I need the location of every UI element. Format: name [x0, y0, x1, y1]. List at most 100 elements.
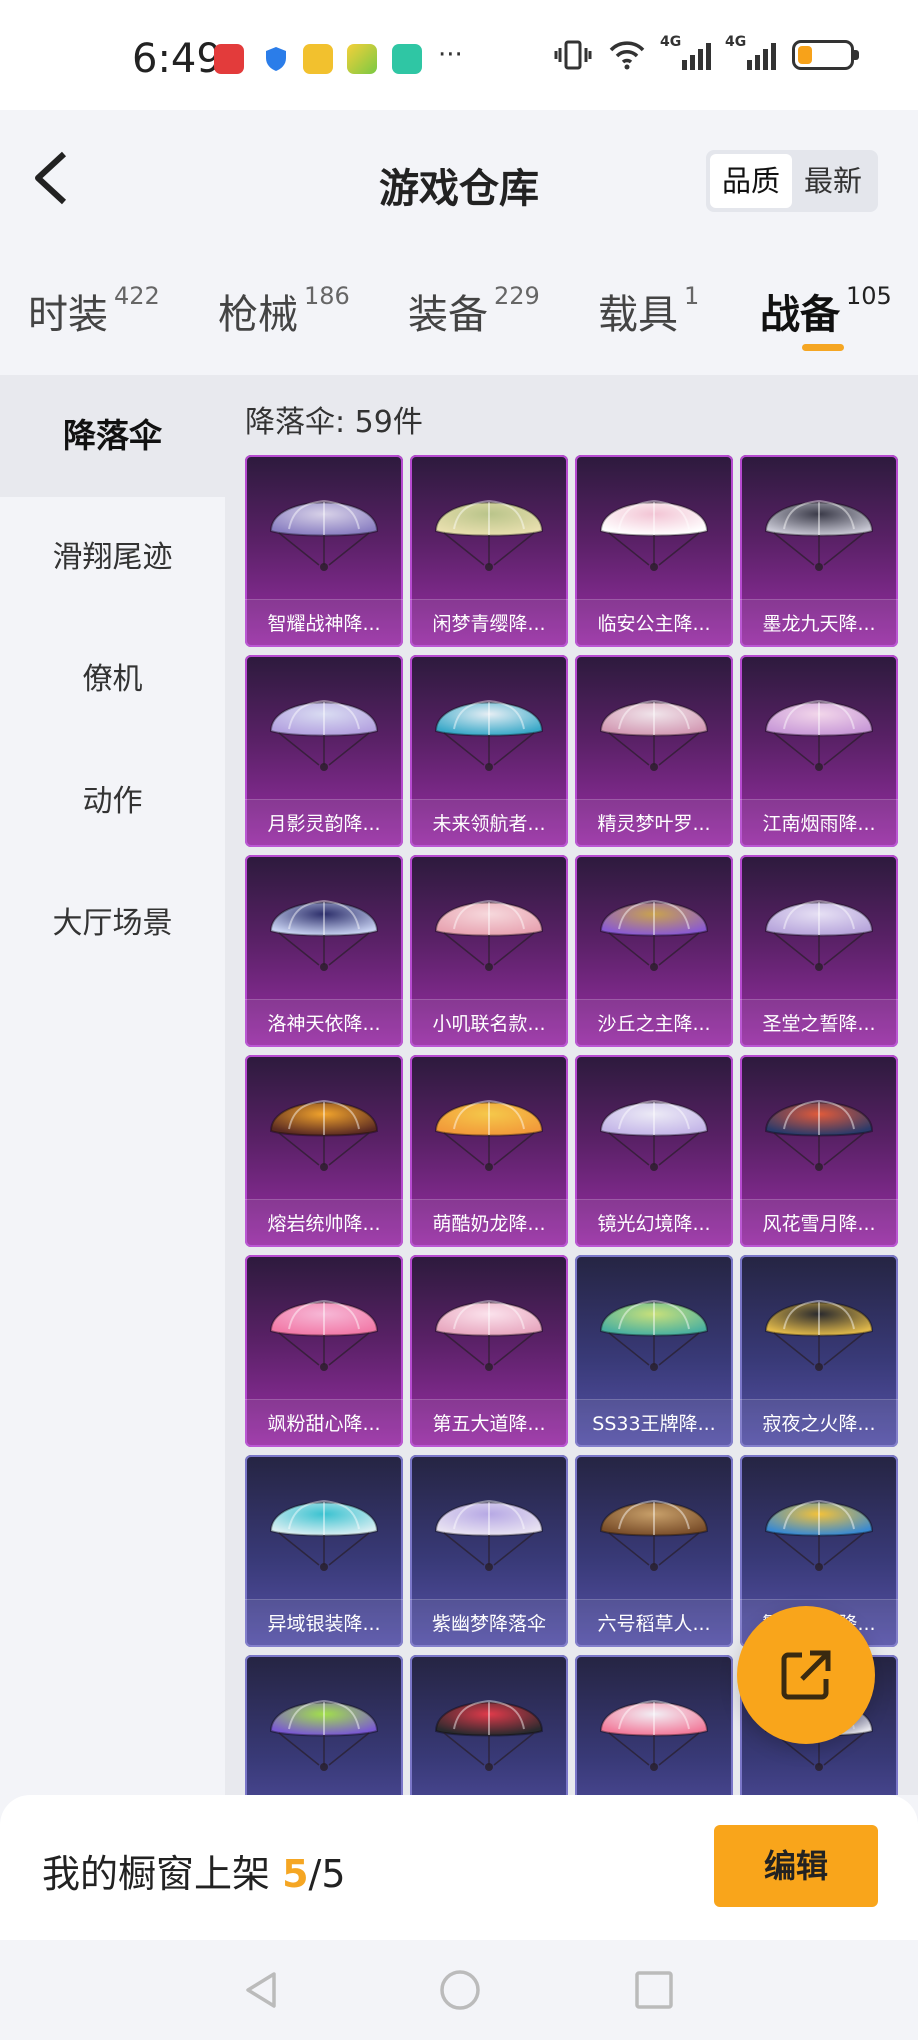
parachute-name: 第五大道降... — [410, 1399, 568, 1447]
parachute-name: 临安公主降... — [575, 599, 733, 647]
parachute-card[interactable] — [575, 1655, 733, 1795]
item-panel: 降落伞: 59件 智耀战神降... 闲梦青缨降... 临安公主降... 墨龙九天降..… — [225, 375, 918, 1795]
sort-newest-button[interactable]: 最新 — [792, 154, 874, 208]
parachute-card[interactable]: 飒粉甜心降... — [245, 1255, 403, 1447]
tab-label: 时装 — [28, 292, 108, 338]
parachute-image — [599, 1700, 709, 1771]
parachute-image — [599, 1500, 709, 1571]
parachute-card[interactable]: 风花雪月降... — [740, 1055, 898, 1247]
parachute-name: 闲梦青缨降... — [410, 599, 568, 647]
wifi-icon — [609, 41, 645, 70]
tab-count: 229 — [494, 281, 540, 310]
parachute-card[interactable]: 洛神天依降... — [245, 855, 403, 1047]
parachute-card[interactable]: 临安公主降... — [575, 455, 733, 647]
parachute-name: 飒粉甜心降... — [245, 1399, 403, 1447]
parachute-name: 圣堂之誓降... — [740, 999, 898, 1047]
item-count-label: 降落伞: 59件 — [245, 405, 423, 440]
parachute-card[interactable]: 萌酷奶龙降... — [410, 1055, 568, 1247]
tab-count: 1 — [684, 281, 700, 310]
parachute-card[interactable]: 熔岩统帅降... — [245, 1055, 403, 1247]
parachute-image — [269, 1700, 379, 1771]
parachute-card[interactable]: 闲梦青缨降... — [410, 455, 568, 647]
sidebar-item-emote[interactable]: 动作 — [0, 741, 225, 863]
tab-vehicles[interactable]: 载具 1 — [598, 282, 699, 340]
parachute-card[interactable]: 墨龙九天降... — [740, 455, 898, 647]
parachute-card[interactable]: 寂夜之火降... — [740, 1255, 898, 1447]
parachute-image — [764, 1500, 874, 1571]
recents-nav-icon[interactable] — [632, 1968, 676, 2012]
parachute-image — [434, 1300, 544, 1371]
parachute-card[interactable]: SS33王牌降... — [575, 1255, 733, 1447]
parachute-card[interactable]: 未来领航者... — [410, 655, 568, 847]
back-nav-icon[interactable] — [240, 1968, 284, 2012]
sidebar-item-wingman[interactable]: 僚机 — [0, 619, 225, 741]
sort-quality-button[interactable]: 品质 — [709, 154, 792, 208]
parachute-image — [434, 1100, 544, 1171]
status-time: 6:49 — [132, 36, 222, 82]
active-tab-indicator — [802, 344, 844, 351]
parachute-name: 未来领航者... — [410, 799, 568, 847]
home-nav-icon[interactable] — [438, 1968, 482, 2012]
parachute-name: 镜光幻境降... — [575, 1199, 733, 1247]
parachute-image — [269, 900, 379, 971]
tab-count: 186 — [304, 281, 350, 310]
parachute-card[interactable]: 第五大道降... — [410, 1255, 568, 1447]
parachute-image — [434, 700, 544, 771]
parachute-card[interactable]: 六号稻草人... — [575, 1455, 733, 1647]
parachute-card[interactable]: 紫幽梦降落伞 — [410, 1455, 568, 1647]
parachute-card[interactable]: 异域银装降... — [245, 1455, 403, 1647]
vibrate-icon — [554, 40, 592, 70]
parachute-name: 风花雪月降... — [740, 1199, 898, 1247]
parachute-name: 六号稻草人... — [575, 1599, 733, 1647]
security-app-icon — [392, 44, 422, 74]
edit-button[interactable]: 编辑 — [714, 1825, 878, 1907]
parachute-card[interactable] — [245, 1655, 403, 1795]
parachute-image — [764, 900, 874, 971]
parachute-name: 洛神天依降... — [245, 999, 403, 1047]
parachute-card[interactable]: 精灵梦叶罗... — [575, 655, 733, 847]
parachute-name: 萌酷奶龙降... — [410, 1199, 568, 1247]
parachute-image — [764, 700, 874, 771]
parachute-card[interactable]: 江南烟雨降... — [740, 655, 898, 847]
sidebar: 降落伞 滑翔尾迹 僚机 动作 大厅场景 — [0, 375, 225, 1795]
tab-count: 422 — [114, 281, 160, 310]
parachute-image — [599, 1100, 709, 1171]
parachute-card[interactable]: 圣堂之誓降... — [740, 855, 898, 1047]
parachute-name: 异域银装降... — [245, 1599, 403, 1647]
parachute-card[interactable]: 沙丘之主降... — [575, 855, 733, 1047]
parachute-name: 小叽联名款... — [410, 999, 568, 1047]
share-icon — [781, 1650, 831, 1700]
tab-costume[interactable]: 时装 422 — [28, 282, 160, 340]
parachute-name: 紫幽梦降落伞 — [410, 1599, 568, 1647]
parachute-image — [764, 1100, 874, 1171]
parachute-image — [599, 1300, 709, 1371]
parachute-name: 沙丘之主降... — [575, 999, 733, 1047]
parachute-name: 精灵梦叶罗... — [575, 799, 733, 847]
sort-toggle: 品质 最新 — [705, 150, 878, 212]
tab-weapons[interactable]: 枪械 186 — [218, 282, 350, 340]
parachute-card[interactable] — [410, 1655, 568, 1795]
tab-count: 105 — [846, 281, 892, 310]
parachute-image — [764, 1300, 874, 1371]
parachute-card[interactable]: 镜光幻境降... — [575, 1055, 733, 1247]
parachute-card[interactable]: 月影灵韵降... — [245, 655, 403, 847]
parachute-card[interactable]: 智耀战神降... — [245, 455, 403, 647]
more-notifications-icon: ··· — [438, 40, 463, 70]
parachute-card[interactable]: 小叽联名款... — [410, 855, 568, 1047]
tab-battle-prep[interactable]: 战备 105 — [760, 282, 892, 340]
sidebar-item-parachute[interactable]: 降落伞 — [0, 375, 225, 497]
status-bar: 6:49 ··· 4G 4G — [0, 0, 918, 110]
tab-equipment[interactable]: 装备 229 — [408, 282, 540, 340]
parachute-image — [599, 500, 709, 571]
parachute-image — [434, 900, 544, 971]
sidebar-item-glide-trail[interactable]: 滑翔尾迹 — [0, 497, 225, 619]
parachute-image — [269, 1100, 379, 1171]
sidebar-item-lobby-scene[interactable]: 大厅场景 — [0, 863, 225, 985]
share-button[interactable] — [737, 1606, 875, 1744]
parachute-name: SS33王牌降... — [575, 1399, 733, 1447]
showcase-label: 我的橱窗上架 — [42, 1852, 283, 1896]
parachute-name: 月影灵韵降... — [245, 799, 403, 847]
shield-app-icon — [261, 44, 291, 74]
signal-4g-icon-2: 4G — [725, 34, 776, 70]
tab-label: 战备 — [760, 292, 840, 338]
